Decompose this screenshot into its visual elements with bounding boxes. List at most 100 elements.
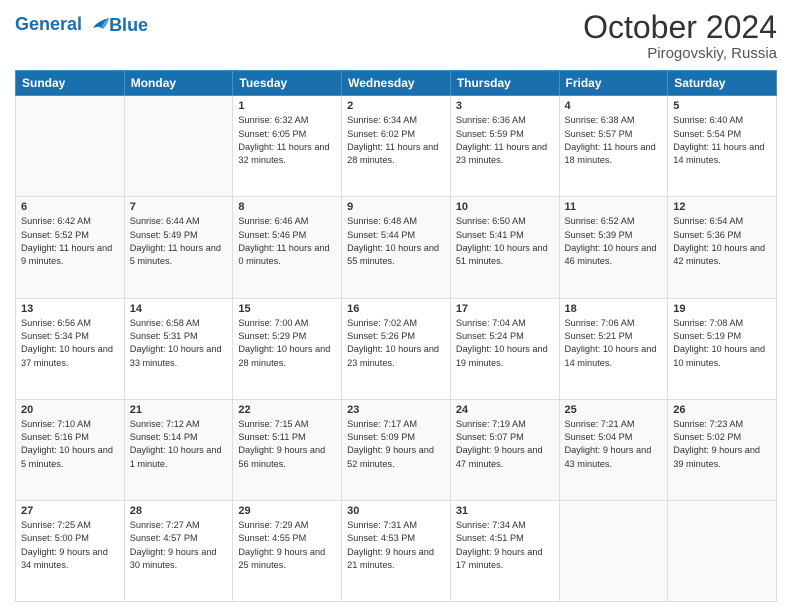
sunset-text: Sunset: 4:57 PM xyxy=(130,532,228,545)
day-number: 16 xyxy=(347,303,445,315)
sunset-text: Sunset: 6:05 PM xyxy=(238,128,336,141)
sunset-text: Sunset: 5:57 PM xyxy=(565,128,663,141)
day-info: Sunrise: 7:31 AM Sunset: 4:53 PM Dayligh… xyxy=(347,519,445,572)
day-number: 17 xyxy=(456,303,554,315)
table-row: 23 Sunrise: 7:17 AM Sunset: 5:09 PM Dayl… xyxy=(342,399,451,500)
logo-text: General Blue xyxy=(15,14,148,36)
sunrise-text: Sunrise: 6:56 AM xyxy=(21,317,119,330)
table-row: 14 Sunrise: 6:58 AM Sunset: 5:31 PM Dayl… xyxy=(124,298,233,399)
day-number: 26 xyxy=(673,404,771,416)
logo-blue: Blue xyxy=(109,15,148,36)
day-number: 14 xyxy=(130,303,228,315)
day-number: 25 xyxy=(565,404,663,416)
daylight-text: Daylight: 10 hours and 23 minutes. xyxy=(347,343,445,370)
calendar-table: Sunday Monday Tuesday Wednesday Thursday… xyxy=(15,70,777,602)
sunset-text: Sunset: 5:31 PM xyxy=(130,330,228,343)
sunrise-text: Sunrise: 6:42 AM xyxy=(21,215,119,228)
day-number: 7 xyxy=(130,201,228,213)
table-row: 28 Sunrise: 7:27 AM Sunset: 4:57 PM Dayl… xyxy=(124,500,233,601)
table-row: 31 Sunrise: 7:34 AM Sunset: 4:51 PM Dayl… xyxy=(450,500,559,601)
table-row: 7 Sunrise: 6:44 AM Sunset: 5:49 PM Dayli… xyxy=(124,197,233,298)
table-row: 10 Sunrise: 6:50 AM Sunset: 5:41 PM Dayl… xyxy=(450,197,559,298)
day-info: Sunrise: 7:34 AM Sunset: 4:51 PM Dayligh… xyxy=(456,519,554,572)
day-number: 22 xyxy=(238,404,336,416)
table-row: 30 Sunrise: 7:31 AM Sunset: 4:53 PM Dayl… xyxy=(342,500,451,601)
day-info: Sunrise: 6:58 AM Sunset: 5:31 PM Dayligh… xyxy=(130,317,228,370)
calendar-week-2: 6 Sunrise: 6:42 AM Sunset: 5:52 PM Dayli… xyxy=(16,197,777,298)
sunrise-text: Sunrise: 6:48 AM xyxy=(347,215,445,228)
sunset-text: Sunset: 4:55 PM xyxy=(238,532,336,545)
sunset-text: Sunset: 5:09 PM xyxy=(347,431,445,444)
sunrise-text: Sunrise: 6:32 AM xyxy=(238,114,336,127)
day-info: Sunrise: 7:25 AM Sunset: 5:00 PM Dayligh… xyxy=(21,519,119,572)
day-number: 11 xyxy=(565,201,663,213)
sunset-text: Sunset: 5:39 PM xyxy=(565,229,663,242)
table-row: 17 Sunrise: 7:04 AM Sunset: 5:24 PM Dayl… xyxy=(450,298,559,399)
day-number: 10 xyxy=(456,201,554,213)
daylight-text: Daylight: 9 hours and 25 minutes. xyxy=(238,546,336,573)
table-row: 26 Sunrise: 7:23 AM Sunset: 5:02 PM Dayl… xyxy=(668,399,777,500)
day-number: 5 xyxy=(673,100,771,112)
daylight-text: Daylight: 10 hours and 5 minutes. xyxy=(21,444,119,471)
sunrise-text: Sunrise: 7:23 AM xyxy=(673,418,771,431)
day-number: 1 xyxy=(238,100,336,112)
day-info: Sunrise: 7:21 AM Sunset: 5:04 PM Dayligh… xyxy=(565,418,663,471)
day-info: Sunrise: 6:56 AM Sunset: 5:34 PM Dayligh… xyxy=(21,317,119,370)
daylight-text: Daylight: 9 hours and 30 minutes. xyxy=(130,546,228,573)
header: General Blue October 2024 Pirogovskiy, R… xyxy=(15,10,777,62)
col-sunday: Sunday xyxy=(16,71,125,96)
daylight-text: Daylight: 9 hours and 47 minutes. xyxy=(456,444,554,471)
table-row: 21 Sunrise: 7:12 AM Sunset: 5:14 PM Dayl… xyxy=(124,399,233,500)
day-info: Sunrise: 6:40 AM Sunset: 5:54 PM Dayligh… xyxy=(673,114,771,167)
sunrise-text: Sunrise: 7:00 AM xyxy=(238,317,336,330)
day-number: 6 xyxy=(21,201,119,213)
daylight-text: Daylight: 10 hours and 37 minutes. xyxy=(21,343,119,370)
sunrise-text: Sunrise: 6:50 AM xyxy=(456,215,554,228)
table-row: 29 Sunrise: 7:29 AM Sunset: 4:55 PM Dayl… xyxy=(233,500,342,601)
table-row: 22 Sunrise: 7:15 AM Sunset: 5:11 PM Dayl… xyxy=(233,399,342,500)
daylight-text: Daylight: 9 hours and 39 minutes. xyxy=(673,444,771,471)
sunset-text: Sunset: 5:52 PM xyxy=(21,229,119,242)
day-number: 23 xyxy=(347,404,445,416)
table-row: 9 Sunrise: 6:48 AM Sunset: 5:44 PM Dayli… xyxy=(342,197,451,298)
day-info: Sunrise: 7:08 AM Sunset: 5:19 PM Dayligh… xyxy=(673,317,771,370)
col-thursday: Thursday xyxy=(450,71,559,96)
col-tuesday: Tuesday xyxy=(233,71,342,96)
daylight-text: Daylight: 10 hours and 1 minute. xyxy=(130,444,228,471)
page: General Blue October 2024 Pirogovskiy, R… xyxy=(0,0,792,612)
calendar-week-1: 1 Sunrise: 6:32 AM Sunset: 6:05 PM Dayli… xyxy=(16,96,777,197)
daylight-text: Daylight: 9 hours and 56 minutes. xyxy=(238,444,336,471)
sunset-text: Sunset: 5:00 PM xyxy=(21,532,119,545)
day-info: Sunrise: 7:12 AM Sunset: 5:14 PM Dayligh… xyxy=(130,418,228,471)
day-number: 8 xyxy=(238,201,336,213)
sunrise-text: Sunrise: 7:17 AM xyxy=(347,418,445,431)
day-info: Sunrise: 7:23 AM Sunset: 5:02 PM Dayligh… xyxy=(673,418,771,471)
sunrise-text: Sunrise: 6:58 AM xyxy=(130,317,228,330)
sunrise-text: Sunrise: 6:36 AM xyxy=(456,114,554,127)
sunset-text: Sunset: 4:51 PM xyxy=(456,532,554,545)
day-info: Sunrise: 6:36 AM Sunset: 5:59 PM Dayligh… xyxy=(456,114,554,167)
sunset-text: Sunset: 5:54 PM xyxy=(673,128,771,141)
sunset-text: Sunset: 5:49 PM xyxy=(130,229,228,242)
sunset-text: Sunset: 5:19 PM xyxy=(673,330,771,343)
day-info: Sunrise: 6:48 AM Sunset: 5:44 PM Dayligh… xyxy=(347,215,445,268)
day-number: 12 xyxy=(673,201,771,213)
table-row: 5 Sunrise: 6:40 AM Sunset: 5:54 PM Dayli… xyxy=(668,96,777,197)
month-title: October 2024 xyxy=(583,10,777,45)
table-row xyxy=(668,500,777,601)
sunrise-text: Sunrise: 7:08 AM xyxy=(673,317,771,330)
table-row: 6 Sunrise: 6:42 AM Sunset: 5:52 PM Dayli… xyxy=(16,197,125,298)
table-row: 11 Sunrise: 6:52 AM Sunset: 5:39 PM Dayl… xyxy=(559,197,668,298)
table-row: 19 Sunrise: 7:08 AM Sunset: 5:19 PM Dayl… xyxy=(668,298,777,399)
daylight-text: Daylight: 11 hours and 5 minutes. xyxy=(130,242,228,269)
calendar-week-3: 13 Sunrise: 6:56 AM Sunset: 5:34 PM Dayl… xyxy=(16,298,777,399)
col-wednesday: Wednesday xyxy=(342,71,451,96)
daylight-text: Daylight: 10 hours and 10 minutes. xyxy=(673,343,771,370)
day-info: Sunrise: 6:54 AM Sunset: 5:36 PM Dayligh… xyxy=(673,215,771,268)
sunset-text: Sunset: 5:02 PM xyxy=(673,431,771,444)
title-section: October 2024 Pirogovskiy, Russia xyxy=(583,10,777,62)
sunset-text: Sunset: 6:02 PM xyxy=(347,128,445,141)
table-row: 27 Sunrise: 7:25 AM Sunset: 5:00 PM Dayl… xyxy=(16,500,125,601)
day-number: 30 xyxy=(347,505,445,517)
sunrise-text: Sunrise: 6:52 AM xyxy=(565,215,663,228)
